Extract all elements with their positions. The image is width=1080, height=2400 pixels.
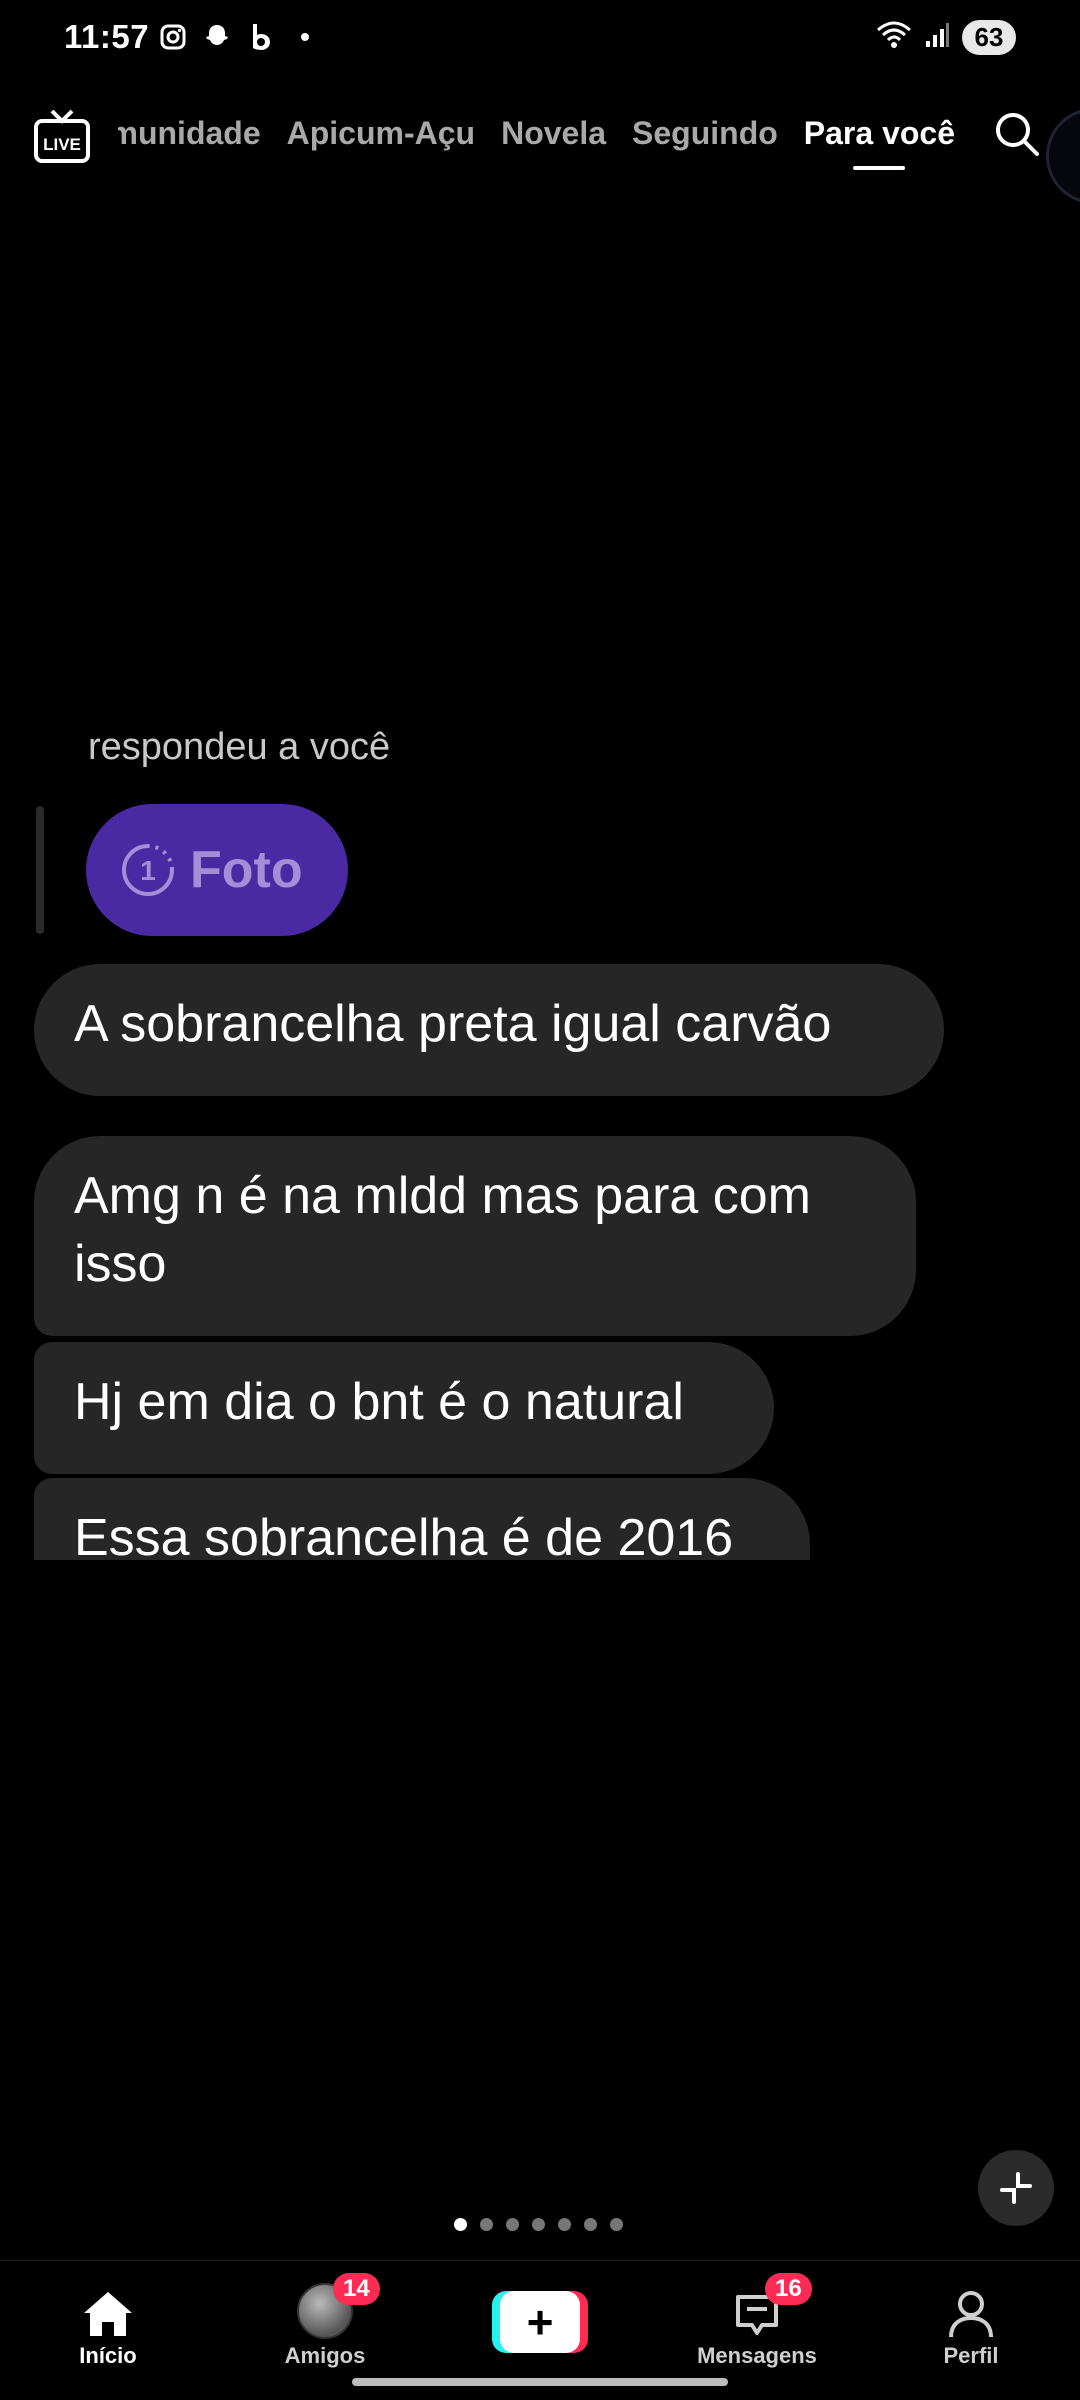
instagram-icon: [158, 22, 188, 52]
nav-home[interactable]: Início: [28, 2279, 188, 2369]
nav-friends-label: Amigos: [284, 2343, 366, 2368]
carousel-dot: [480, 2218, 493, 2231]
plus-icon: +: [500, 2291, 580, 2353]
carousel-dot: [558, 2218, 571, 2231]
status-bar: 11:57 63: [0, 0, 1080, 80]
live-label: LIVE: [43, 135, 81, 154]
view-once-icon: 1: [122, 844, 174, 896]
carousel-dot: [454, 2218, 467, 2231]
live-button[interactable]: LIVE: [32, 107, 92, 167]
friends-badge: 14: [333, 2273, 380, 2305]
search-icon: [996, 113, 1039, 156]
home-indicator[interactable]: [352, 2378, 728, 2386]
message-bubble-cropped: Essa sobrancelha é de 2016: [34, 1478, 810, 1560]
nav-profile-label: Perfil: [943, 2343, 999, 2368]
create-button[interactable]: +: [492, 2291, 588, 2353]
tab-apicum-acu[interactable]: Apicum-Açu: [287, 115, 475, 166]
reply-indicator-bar: [36, 806, 44, 934]
message-bubble: Amg n é na mldd mas para com isso: [34, 1136, 916, 1336]
carousel-dot: [532, 2218, 545, 2231]
battery-level: 63: [962, 20, 1016, 55]
reply-label: respondeu a você: [88, 726, 391, 768]
message-bubble: A sobrancelha preta igual carvão: [34, 964, 944, 1096]
tab-comunidade[interactable]: Comunidade: [118, 115, 261, 166]
collapse-icon: [1000, 2172, 1032, 2204]
wifi-icon: [876, 20, 912, 55]
b-app-icon: [246, 22, 276, 52]
photo-message-pill[interactable]: 1 Foto: [86, 804, 348, 936]
tab-para-voce[interactable]: Para você: [804, 115, 955, 166]
nav-messages-label: Mensagens: [697, 2343, 817, 2368]
tab-seguindo[interactable]: Seguindo: [632, 115, 778, 166]
home-icon: [84, 2292, 132, 2336]
dot-icon: [290, 22, 320, 52]
carousel-dots: [454, 2218, 623, 2231]
signal-icon: [924, 21, 950, 54]
search-button[interactable]: [992, 109, 1042, 159]
carousel-dot: [506, 2218, 519, 2231]
carousel-dot: [610, 2218, 623, 2231]
message-bubble: Hj em dia o bnt é o natural: [34, 1342, 774, 1474]
nav-friends[interactable]: 14 Amigos: [245, 2273, 405, 2369]
carousel-dot: [584, 2218, 597, 2231]
photo-label: Foto: [190, 841, 303, 899]
top-nav: LIVE Comunidade Apicum-Açu Novela Seguin…: [0, 95, 1080, 185]
tab-novela[interactable]: Novela: [501, 115, 606, 166]
nav-profile[interactable]: Perfil: [891, 2279, 1051, 2369]
view-once-count: 1: [140, 855, 156, 886]
snapchat-icon: [202, 22, 232, 52]
status-time: 11:57: [64, 18, 150, 55]
live-tv-icon: LIVE: [34, 109, 90, 163]
notification-icons: [158, 22, 320, 52]
status-right: 63: [876, 20, 1016, 55]
screen: 11:57 63 LIVE munidade Apicum-Açu Novela…: [0, 0, 1080, 2400]
nav-home-label: Início: [79, 2343, 137, 2368]
feed-tabs: Comunidade Apicum-Açu Novela Seguindo Pa…: [118, 115, 963, 175]
profile-icon: [949, 2291, 993, 2338]
collapse-button[interactable]: [978, 2150, 1054, 2226]
messages-badge: 16: [765, 2273, 812, 2305]
nav-messages[interactable]: 16 Mensagens: [677, 2273, 837, 2369]
